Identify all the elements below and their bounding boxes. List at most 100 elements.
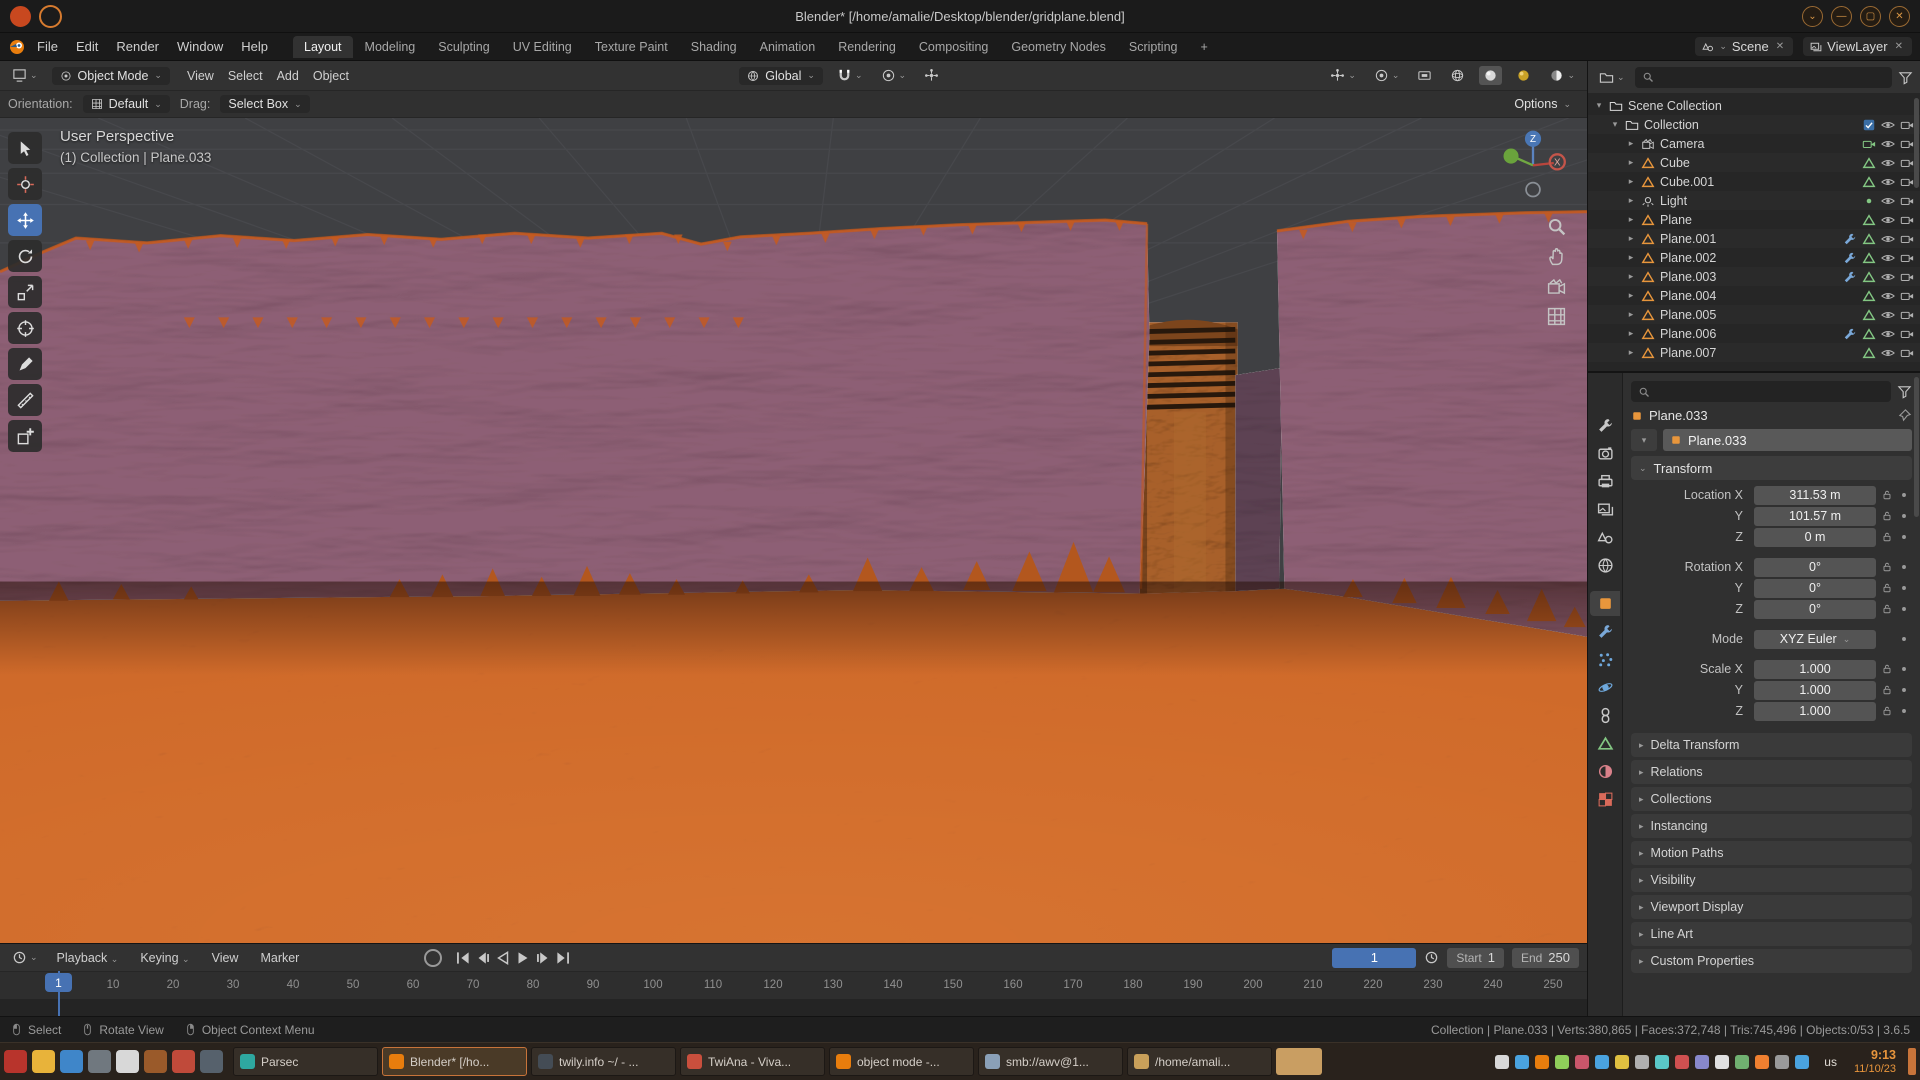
- viewport-canvas[interactable]: User Perspective (1) Collection | Plane.…: [0, 118, 1587, 944]
- collapsed-panel-header[interactable]: ▸ Visibility: [1631, 868, 1912, 892]
- workspace-tab[interactable]: Compositing: [908, 36, 999, 58]
- physics-tab[interactable]: [1590, 675, 1620, 700]
- disable-in-render-camera-icon[interactable]: [1900, 175, 1914, 189]
- disclosure-triangle-icon[interactable]: ▸: [1626, 138, 1636, 149]
- tray-icon[interactable]: [1675, 1055, 1689, 1069]
- prev-keyframe-icon[interactable]: [474, 949, 492, 967]
- disclosure-triangle-icon[interactable]: ▸: [1626, 176, 1636, 187]
- object-tab[interactable]: [1590, 591, 1620, 616]
- shading-wireframe-button[interactable]: [1446, 66, 1469, 85]
- workspace-tab[interactable]: Scripting: [1118, 36, 1189, 58]
- collapsed-panel-header[interactable]: ▸ Custom Properties: [1631, 949, 1912, 973]
- lock-icon[interactable]: [1881, 705, 1893, 717]
- value-field[interactable]: 0° ⌄: [1754, 558, 1876, 577]
- modifiers-tab[interactable]: [1590, 619, 1620, 644]
- tool-button[interactable]: [8, 168, 42, 200]
- object-name[interactable]: Cube: [1660, 156, 1690, 170]
- workspace-tab[interactable]: Modeling: [354, 36, 427, 58]
- browse-object-button[interactable]: ▾: [1631, 429, 1657, 451]
- zoom-icon[interactable]: [1546, 216, 1567, 237]
- cliff-shadow-wall[interactable]: [1235, 368, 1282, 591]
- viewport-menu-item[interactable]: View: [180, 67, 221, 85]
- tray-icon[interactable]: [1755, 1055, 1769, 1069]
- disable-in-render-camera-icon[interactable]: [1900, 213, 1914, 227]
- tool-tab[interactable]: [1590, 413, 1620, 438]
- animate-property-icon[interactable]: [1898, 531, 1910, 543]
- transform-panel-header[interactable]: ⌄ Transform: [1631, 456, 1912, 480]
- value-field[interactable]: 1.000 ⌄: [1754, 702, 1876, 721]
- constraints-tab[interactable]: [1590, 703, 1620, 728]
- disclosure-triangle-icon[interactable]: ▾: [1610, 119, 1620, 130]
- launcher-icon[interactable]: [144, 1050, 167, 1073]
- menu-item[interactable]: Render: [107, 36, 168, 57]
- hide-in-viewport-eye-icon[interactable]: [1881, 232, 1895, 246]
- interaction-mode-dropdown[interactable]: Object Mode⌄: [52, 67, 170, 85]
- launcher-icon[interactable]: [60, 1050, 83, 1073]
- object-name[interactable]: Cube.001: [1660, 175, 1714, 189]
- tray-icon[interactable]: [1535, 1055, 1549, 1069]
- filter-funnel-icon[interactable]: [1898, 70, 1913, 85]
- outliner-row[interactable]: ▸ Plane.006: [1588, 324, 1920, 343]
- toggle-ortho-icon[interactable]: [1546, 306, 1567, 327]
- taskbar-window-button[interactable]: Blender* [/ho...: [382, 1047, 527, 1076]
- animate-property-icon[interactable]: [1898, 705, 1910, 717]
- outliner-row[interactable]: ▸ Plane.004: [1588, 286, 1920, 305]
- tray-icon[interactable]: [1635, 1055, 1649, 1069]
- taskbar-window-button[interactable]: /home/amali...: [1127, 1047, 1272, 1076]
- play-icon[interactable]: [514, 949, 532, 967]
- disable-in-render-camera-icon[interactable]: [1900, 346, 1914, 360]
- tower-mesh[interactable]: [1137, 320, 1237, 599]
- view-menu[interactable]: View: [205, 949, 246, 967]
- show-desktop-strip[interactable]: [1908, 1048, 1916, 1075]
- disable-in-render-camera-icon[interactable]: [1900, 194, 1914, 208]
- outliner-row[interactable]: ▾ Scene Collection: [1588, 96, 1920, 115]
- world-tab[interactable]: [1590, 553, 1620, 578]
- workspace-tab[interactable]: Sculpting: [427, 36, 500, 58]
- collapsed-panel-header[interactable]: ▸ Instancing: [1631, 814, 1912, 838]
- shading-solid-button[interactable]: [1479, 66, 1502, 85]
- disclosure-triangle-icon[interactable]: ▸: [1626, 290, 1636, 301]
- window-minimize-button[interactable]: —: [1831, 6, 1852, 27]
- workspace-tab[interactable]: Geometry Nodes: [1000, 36, 1116, 58]
- frame-end-field[interactable]: End250: [1512, 948, 1579, 968]
- tray-icon[interactable]: [1555, 1055, 1569, 1069]
- hide-in-viewport-eye-icon[interactable]: [1881, 194, 1895, 208]
- object-name[interactable]: Plane.002: [1660, 251, 1716, 265]
- tool-button[interactable]: [8, 384, 42, 416]
- cliff-right-mesh[interactable]: [1277, 212, 1587, 637]
- blender-app-icon[interactable]: [39, 5, 62, 28]
- tool-button[interactable]: [8, 240, 42, 272]
- viewport-menu-item[interactable]: Select: [221, 67, 270, 85]
- data-tab[interactable]: [1590, 731, 1620, 756]
- launcher-icon[interactable]: [4, 1050, 27, 1073]
- output-tab[interactable]: [1590, 469, 1620, 494]
- jump-to-start-icon[interactable]: [454, 949, 472, 967]
- animate-property-icon[interactable]: [1898, 603, 1910, 615]
- hide-in-viewport-eye-icon[interactable]: [1881, 270, 1895, 284]
- tool-button[interactable]: [8, 132, 42, 164]
- launcher-icon[interactable]: [200, 1050, 223, 1073]
- lock-icon[interactable]: [1881, 531, 1893, 543]
- disable-in-render-camera-icon[interactable]: [1900, 118, 1914, 132]
- show-overlays-button[interactable]: ⌄: [1370, 66, 1404, 85]
- exclude-checkbox-icon[interactable]: [1862, 118, 1876, 132]
- collapsed-panel-header[interactable]: ▸ Relations: [1631, 760, 1912, 784]
- outliner-row[interactable]: ▸ Plane.005: [1588, 305, 1920, 324]
- animate-property-icon[interactable]: [1898, 684, 1910, 696]
- menu-item[interactable]: Edit: [67, 36, 107, 57]
- value-field[interactable]: XYZ Euler ⌄: [1754, 630, 1876, 649]
- outliner-display-mode-button[interactable]: ⌄: [1595, 68, 1629, 87]
- blender-logo-icon[interactable]: [8, 38, 26, 56]
- value-field[interactable]: 311.53 m ⌄: [1754, 486, 1876, 505]
- outliner-row[interactable]: ▾ Collection: [1588, 115, 1920, 134]
- outliner-row[interactable]: ▸ Light: [1588, 191, 1920, 210]
- window-maximize-button[interactable]: ▢: [1860, 6, 1881, 27]
- disclosure-triangle-icon[interactable]: ▸: [1626, 157, 1636, 168]
- taskbar-window-button[interactable]: TwiAna - Viva...: [680, 1047, 825, 1076]
- disable-in-render-camera-icon[interactable]: [1900, 251, 1914, 265]
- texture-tab[interactable]: [1590, 787, 1620, 812]
- outliner-scrollbar[interactable]: [1914, 98, 1919, 188]
- hide-in-viewport-eye-icon[interactable]: [1881, 175, 1895, 189]
- cliff-left-mesh[interactable]: [0, 220, 1150, 601]
- pivot-point-button[interactable]: ⌄: [877, 66, 911, 85]
